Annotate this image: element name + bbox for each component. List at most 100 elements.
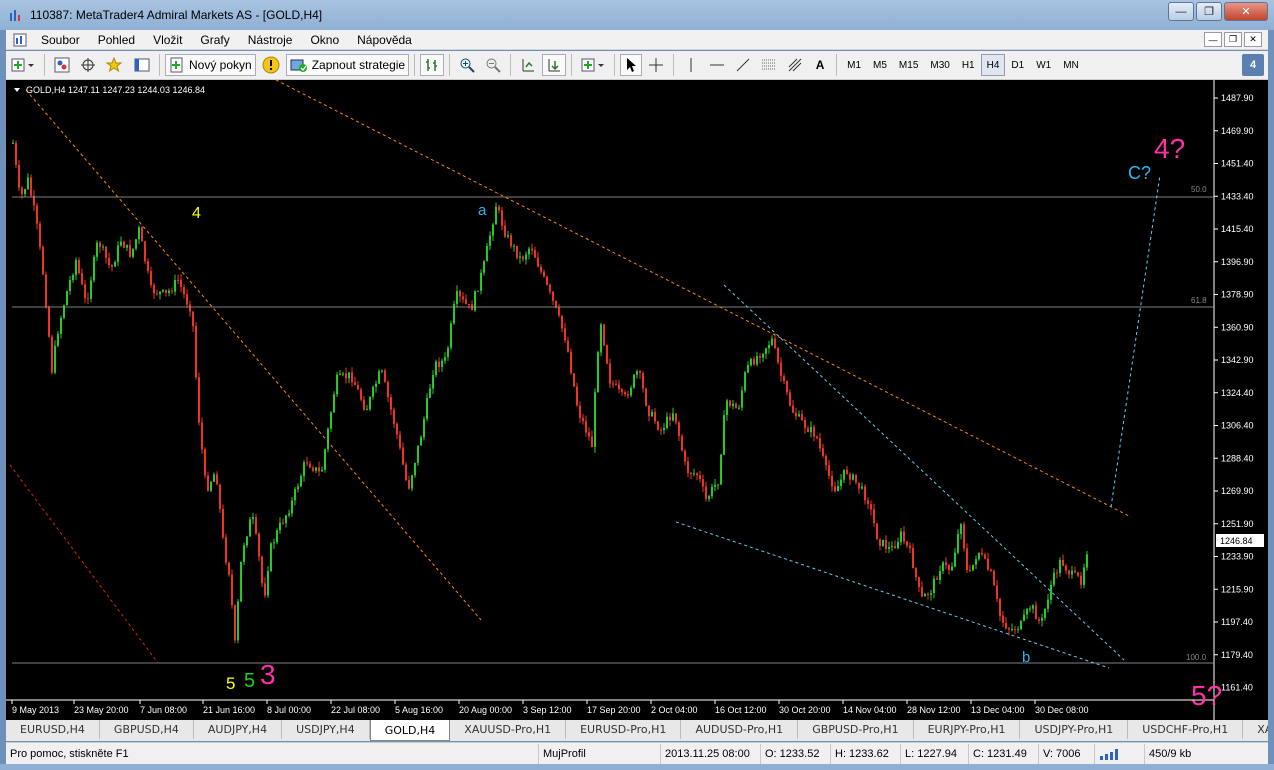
price-label: 1342.90 (1221, 355, 1254, 365)
new-order-button[interactable]: Nový pokyn (165, 54, 256, 76)
tab-eurusd-pro-h1[interactable]: EURUSD-Pro,H1 (566, 720, 682, 739)
warning-icon[interactable] (258, 54, 284, 76)
candle-body (72, 275, 74, 281)
indicators-icon[interactable] (577, 54, 609, 76)
candle-body (390, 397, 392, 410)
vertical-line-tool-icon[interactable] (679, 54, 703, 76)
candle-body (375, 383, 377, 387)
tab-usdjpy-pro-h1[interactable]: USDJPY-Pro,H1 (1020, 720, 1129, 739)
menu-soubor[interactable]: Soubor (32, 33, 89, 47)
horizontal-line-tool-icon[interactable] (705, 54, 729, 76)
candle-body (93, 256, 95, 281)
candle-body (336, 374, 338, 395)
chart-shift-icon[interactable] (516, 54, 540, 76)
candle-body (915, 568, 917, 578)
tab-gold-h4[interactable]: GOLD,H4 (369, 720, 451, 741)
candle-body (162, 289, 164, 292)
candle-body (420, 437, 422, 446)
close-button[interactable]: ✕ (1224, 2, 1268, 21)
crosshair-tool-icon[interactable] (644, 54, 668, 76)
wave-label-4-question: 4? (1154, 133, 1185, 164)
timeframe-m5[interactable]: M5 (867, 54, 893, 76)
price-chart[interactable]: 50.0 61.8 100.0 GOLD,H4 1247.11 1247.23 … (6, 80, 1268, 720)
candle-body (339, 373, 341, 375)
candle-body (849, 474, 851, 480)
menu-vlozit[interactable]: Vložit (144, 33, 191, 47)
tab-audjpy-h4[interactable]: AUDJPY,H4 (194, 720, 283, 739)
zoom-out-icon[interactable] (481, 54, 505, 76)
price-label: 1360.90 (1221, 322, 1254, 332)
crosshair-navigator-icon[interactable] (76, 54, 100, 76)
timeframe-m30[interactable]: M30 (924, 54, 955, 76)
candle-body (411, 475, 413, 489)
minimize-button[interactable]: — (1168, 2, 1194, 21)
candle-body (924, 594, 926, 597)
timeframe-w1[interactable]: W1 (1030, 54, 1057, 76)
candle-body (807, 428, 809, 433)
favorites-star-icon[interactable] (102, 54, 128, 76)
channel-tool-icon[interactable] (757, 54, 781, 76)
chart-canvas[interactable]: 50.0 61.8 100.0 GOLD,H4 1247.11 1247.23 … (6, 80, 1268, 720)
price-label: 1396.90 (1221, 257, 1254, 267)
price-label: 1324.40 (1221, 388, 1254, 398)
candle-body (627, 394, 629, 396)
candle-body (897, 541, 899, 549)
autotrading-button[interactable]: Zapnout strategie (285, 54, 410, 76)
timeframe-h4[interactable]: H4 (980, 54, 1006, 76)
trendline-tool-icon[interactable] (731, 54, 755, 76)
timeframe-h1[interactable]: H1 (956, 54, 981, 76)
profiles-icon[interactable] (50, 54, 74, 76)
candle-body (261, 556, 263, 584)
menu-pohled[interactable]: Pohled (89, 33, 144, 47)
autoscroll-icon[interactable] (542, 54, 567, 76)
candle-body (738, 407, 740, 409)
mdi-close-button[interactable]: ✕ (1244, 32, 1262, 47)
candle-body (996, 585, 998, 599)
tab-audusd-pro-h1[interactable]: AUDUSD-Pro,H1 (681, 720, 799, 739)
menu-okno[interactable]: Okno (301, 33, 348, 47)
fibonacci-tool-icon[interactable] (783, 54, 807, 76)
tab-eurusd-h4[interactable]: EURUSD,H4 (6, 720, 100, 739)
notifications-badge[interactable]: 4 (1242, 54, 1264, 76)
chart-header: GOLD,H4 1247.11 1247.23 1244.03 1246.84 (26, 85, 205, 95)
tab-usdchf-pro-h1[interactable]: USDCHF-Pro,H1 (1128, 720, 1244, 739)
candle-body (906, 541, 908, 546)
new-chart-button[interactable] (7, 54, 39, 76)
candle-body (852, 474, 854, 480)
candle-body (66, 291, 68, 306)
timeframe-mn[interactable]: MN (1057, 54, 1085, 76)
candle-body (123, 241, 125, 248)
tab-gbpusd-h4[interactable]: GBPUSD,H4 (100, 720, 194, 739)
tab-xauusd-pro-h1[interactable]: XAUUSD-Pro,H1 (450, 720, 567, 739)
mdi-minimize-button[interactable]: — (1204, 32, 1222, 47)
timeframe-d1[interactable]: D1 (1005, 54, 1030, 76)
candle-body (198, 377, 200, 423)
text-tool-button[interactable]: A (809, 54, 831, 76)
candle-body (540, 266, 542, 272)
tab-eurjpy-pro-h1[interactable]: EURJPY-Pro,H1 (914, 720, 1021, 739)
menu-napoveda[interactable]: Nápověda (348, 33, 421, 47)
cursor-tool-icon[interactable] (620, 54, 643, 76)
tab-gbpusd-pro-h1[interactable]: GBPUSD-Pro,H1 (798, 720, 914, 739)
connection-bars-icon (1095, 743, 1145, 764)
zoom-in-icon[interactable] (455, 54, 479, 76)
tab-xagusd-pro-h1[interactable]: XAGUSD-Pro,H1 (1243, 720, 1268, 739)
menu-grafy[interactable]: Grafy (191, 33, 238, 47)
bar-chart-button[interactable] (420, 54, 445, 76)
candle-body (801, 414, 803, 421)
new-order-icon (170, 57, 183, 73)
candle-body (48, 307, 50, 337)
candle-body (315, 467, 317, 471)
candle-body (567, 340, 569, 352)
menu-nastroje[interactable]: Nástroje (239, 33, 302, 47)
timeframe-m1[interactable]: M1 (841, 54, 867, 76)
tab-usdjpy-h4[interactable]: USDJPY,H4 (282, 720, 370, 739)
expert-advisor-icon (290, 59, 307, 72)
status-profile[interactable]: MujProfil (539, 743, 661, 764)
timeframe-m15[interactable]: M15 (893, 54, 924, 76)
terminal-icon[interactable] (130, 54, 154, 76)
maximize-button[interactable]: ❐ (1196, 2, 1222, 21)
mdi-restore-button[interactable]: ❐ (1224, 32, 1242, 47)
candle-body (348, 372, 350, 379)
candle-body (714, 484, 716, 487)
